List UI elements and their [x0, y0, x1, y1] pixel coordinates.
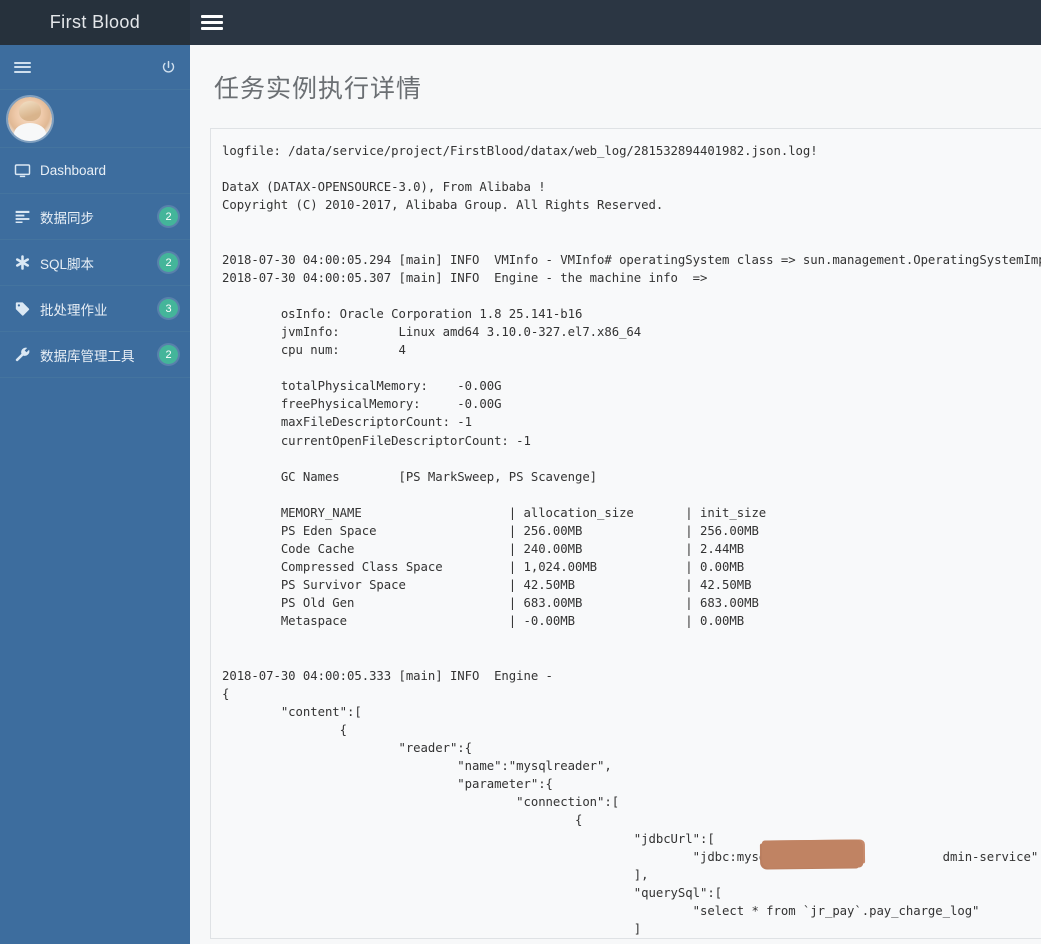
sidebar-badge: 2 — [159, 253, 178, 272]
sidebar-item-label: Dashboard — [40, 163, 107, 178]
sidebar-badge: 3 — [159, 299, 178, 318]
tag-icon — [14, 301, 40, 317]
main-content: 任务实例执行详情 logfile: /data/service/project/… — [190, 45, 1041, 944]
list-icon — [14, 209, 40, 224]
sidebar-toggle-button[interactable] — [190, 0, 234, 45]
sidebar-item-dashboard[interactable]: Dashboard — [0, 148, 190, 194]
brand-title: First Blood — [49, 12, 141, 32]
sidebar-item-batch-jobs[interactable]: 批处理作业 3 — [0, 286, 190, 332]
sidebar-badge: 2 — [159, 207, 178, 226]
top-navbar: First Blood — [0, 0, 1041, 45]
sidebar-menu: Dashboard 数据同步 2 SQL脚本 2 批处理作业 3 数据库管理工具… — [0, 148, 190, 378]
sidebar-item-sql-script[interactable]: SQL脚本 2 — [0, 240, 190, 286]
sidebar-collapse-button[interactable] — [14, 59, 31, 75]
app-root: First Blood Dashboard 数据同步 2 SQL脚本 2 批处理… — [0, 0, 1041, 944]
asterisk-icon — [14, 254, 40, 271]
sidebar-item-label: 数据库管理工具 — [40, 348, 135, 364]
redaction-mark — [761, 839, 864, 869]
wrench-icon — [14, 346, 40, 363]
sidebar: Dashboard 数据同步 2 SQL脚本 2 批处理作业 3 数据库管理工具… — [0, 45, 190, 944]
user-profile[interactable] — [0, 90, 190, 148]
avatar — [8, 96, 52, 141]
log-panel: logfile: /data/service/project/FirstBloo… — [210, 128, 1041, 939]
sidebar-item-label: 数据同步 — [40, 210, 94, 226]
sidebar-item-label: 批处理作业 — [40, 302, 108, 318]
sidebar-header — [0, 45, 190, 90]
sidebar-item-data-sync[interactable]: 数据同步 2 — [0, 194, 190, 240]
log-output: logfile: /data/service/project/FirstBloo… — [222, 144, 1041, 937]
sidebar-item-db-tools[interactable]: 数据库管理工具 2 — [0, 332, 190, 378]
brand-logo[interactable]: First Blood — [0, 0, 190, 45]
sidebar-badge: 2 — [159, 345, 178, 364]
sidebar-item-label: SQL脚本 — [40, 256, 95, 272]
page-title: 任务实例执行详情 — [214, 75, 423, 103]
logout-button[interactable] — [161, 60, 176, 75]
desktop-icon — [14, 163, 40, 179]
hamburger-icon — [201, 12, 223, 33]
